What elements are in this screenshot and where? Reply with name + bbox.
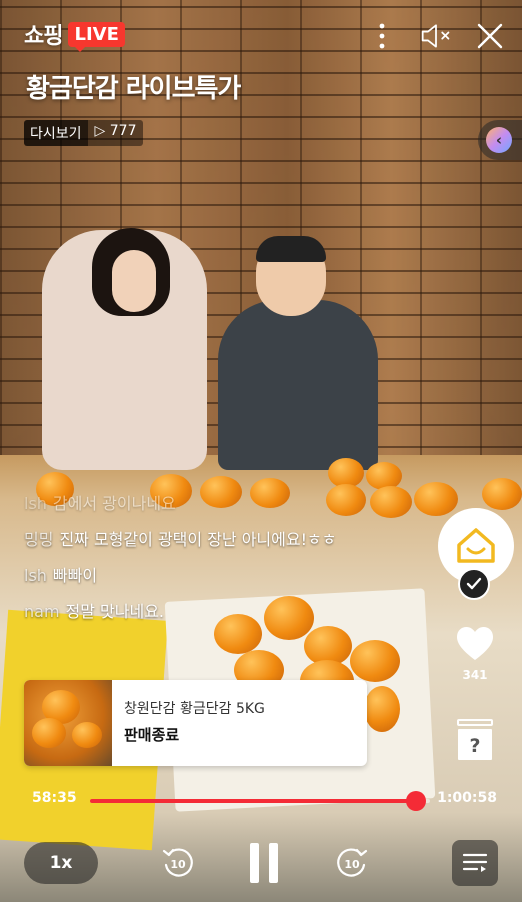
chat-text: 정말 맛나네요. [65,602,165,621]
replay-info: 다시보기 ▷ 777 [24,120,144,146]
video-persimmon [482,478,522,510]
chat-text: 감에서 광이나네요 [52,494,176,513]
like-button[interactable]: 341 [454,626,496,682]
video-host-woman-face [112,250,156,312]
chat-username: lsh [24,494,47,513]
close-icon[interactable] [474,20,506,52]
chat-message: lsh 빠빠이 [24,564,354,588]
chat-username: lsh [24,566,47,585]
product-status: 판매종료 [124,726,180,744]
svg-text:?: ? [469,735,480,757]
more-vertical-icon[interactable] [366,20,398,52]
pause-button[interactable] [244,840,284,886]
like-count: 341 [462,668,488,682]
speaker-muted-icon[interactable] [420,20,452,52]
chevron-left-icon[interactable]: ‹ [486,127,512,153]
progress-bar[interactable] [90,791,430,811]
chat-message: 밍밍 진짜 모형같이 광택이 장난 아니에요!ㅎㅎ [24,528,354,552]
chat-username: nam [24,602,60,621]
total-time: 1:00:58 [437,790,497,806]
video-persimmon [370,486,412,518]
chat-message: lsh 감에서 광이나네요 [24,492,354,516]
product-name: 창원단감 황금단감 5KG [124,701,265,717]
video-persimmon [414,482,458,516]
replay-label: 다시보기 [24,120,88,146]
brand-header: 쇼핑 LIVE [24,18,125,52]
rewind-10-icon[interactable]: 10 [160,845,196,881]
video-persimmon [350,640,400,682]
forward-10-icon[interactable]: 10 [334,845,370,881]
view-count: ▷ 777 [87,120,144,146]
playlist-icon[interactable] [462,852,488,874]
product-thumbnail[interactable] [24,680,112,766]
chat-text: 진짜 모형같이 광택이 장난 아니에요!ㅎㅎ [59,530,337,549]
live-badge: LIVE [68,21,125,52]
top-toolbar [366,20,506,52]
pause-icon[interactable] [247,841,281,885]
playback-speed-button[interactable]: 1x [24,842,98,884]
product-card[interactable]: 창원단감 황금단감 5KG 판매종료 [24,680,367,766]
rewind-seconds: 10 [170,858,186,871]
quiz-box-icon[interactable]: ? [456,718,494,762]
following-check-icon[interactable] [458,568,490,600]
live-video-player[interactable]: 쇼핑 LIVE 황금단감 라이브특가 다시보기 ▷ 777 ‹ lsh 감에서 광… [0,0,522,902]
rewind-10-button[interactable]: 10 [158,843,198,883]
forward-seconds: 10 [344,858,360,871]
thumbnail-persimmon [32,718,66,748]
chat-list: lsh 감에서 광이나네요 밍밍 진짜 모형같이 광택이 장난 아니에요!ㅎㅎ ls… [24,492,354,636]
side-panel-tab[interactable]: ‹ [478,120,522,160]
chat-text: 빠빠이 [52,566,98,585]
progress-fill [90,799,417,803]
chat-message: nam 정말 맛나네요. [24,600,354,624]
video-persimmon [364,686,400,732]
broadcast-title: 황금단감 라이브특가 [26,74,241,104]
product-info: 창원단감 황금단감 5KG 판매종료 [112,680,277,766]
chat-username: 밍밍 [24,530,54,549]
thumbnail-persimmon [72,722,102,748]
video-host-man [218,300,378,470]
quiz-button[interactable]: ? [456,718,494,762]
forward-10-button[interactable]: 10 [332,843,372,883]
current-time: 58:35 [32,790,77,806]
store-logo-icon [457,528,495,563]
playlist-button[interactable] [452,840,498,886]
brand-title: 쇼핑 [24,24,63,49]
video-host-man-hair [256,236,326,262]
heart-icon[interactable] [455,626,495,662]
